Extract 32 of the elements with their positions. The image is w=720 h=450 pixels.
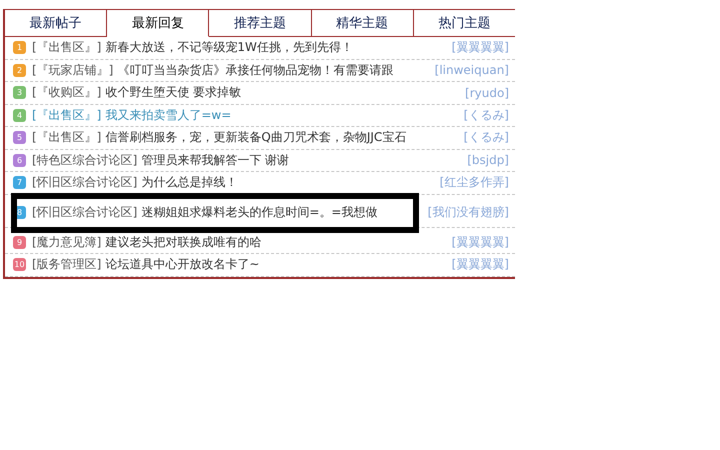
rank-badge: 9 <box>13 236 26 249</box>
rank-badge: 10 <box>13 258 26 272</box>
category-link[interactable]: [特色区综合讨论区] <box>32 152 138 169</box>
category-link[interactable]: [魔力意见簿] <box>32 234 102 251</box>
category-link[interactable]: [『出售区』] <box>32 39 102 56</box>
category-link[interactable]: [『出售区』] <box>32 106 102 124</box>
tab[interactable]: 最新帖子 <box>5 10 108 37</box>
rank-badge: 3 <box>13 86 26 100</box>
rank-badge: 5 <box>13 131 26 144</box>
thread-title-link[interactable]: 论坛道具中心开放改名卡了~ <box>105 256 438 274</box>
thread-title-link[interactable]: 新春大放送，不记等级宠1W任挑，先到先得！ <box>105 39 438 56</box>
rank-badge: 6 <box>13 154 26 167</box>
rank-badge: 1 <box>13 41 26 54</box>
category-link[interactable]: [『玩家店铺』] <box>32 62 114 79</box>
thread-title-link[interactable]: 信誉刷档服务，宠，更新装备Q曲刀咒术套，杂物JJC宝石 <box>105 129 450 146</box>
thread-title-link[interactable]: 建议老头把对联换成唯有的哈 <box>105 234 438 251</box>
category-link[interactable]: [『收购区』] <box>32 84 102 102</box>
thread-title-link[interactable]: 为什么总是掉线！ <box>141 174 426 192</box>
rank-badge: 7 <box>13 176 26 190</box>
thread-title-link[interactable]: 迷糊姐姐求爆料老头的作息时间=。=我想做 <box>141 204 414 221</box>
category-link[interactable]: [『出售区』] <box>32 129 102 146</box>
thread-title-link[interactable]: 收个野生堕天使 要求掉敏 <box>105 84 452 102</box>
tab[interactable]: 精华主题 <box>312 10 414 37</box>
thread-title-link[interactable]: 我又来拍卖雪人了=w= <box>105 106 450 124</box>
category-link[interactable]: [版务管理区] <box>32 256 102 274</box>
category-link[interactable]: [怀旧区综合讨论区] <box>32 204 138 221</box>
thread-title-link[interactable]: 管理员来帮我解答一下 谢谢 <box>141 152 454 169</box>
category-link[interactable]: [怀旧区综合讨论区] <box>32 174 138 192</box>
thread-title-link[interactable]: 《叮叮当当杂货店》承接任何物品宠物！有需要请跟 <box>117 62 421 79</box>
rank-badge: 4 <box>13 108 26 122</box>
tab[interactable]: 推荐主题 <box>209 10 312 37</box>
rank-badge: 2 <box>13 64 26 77</box>
